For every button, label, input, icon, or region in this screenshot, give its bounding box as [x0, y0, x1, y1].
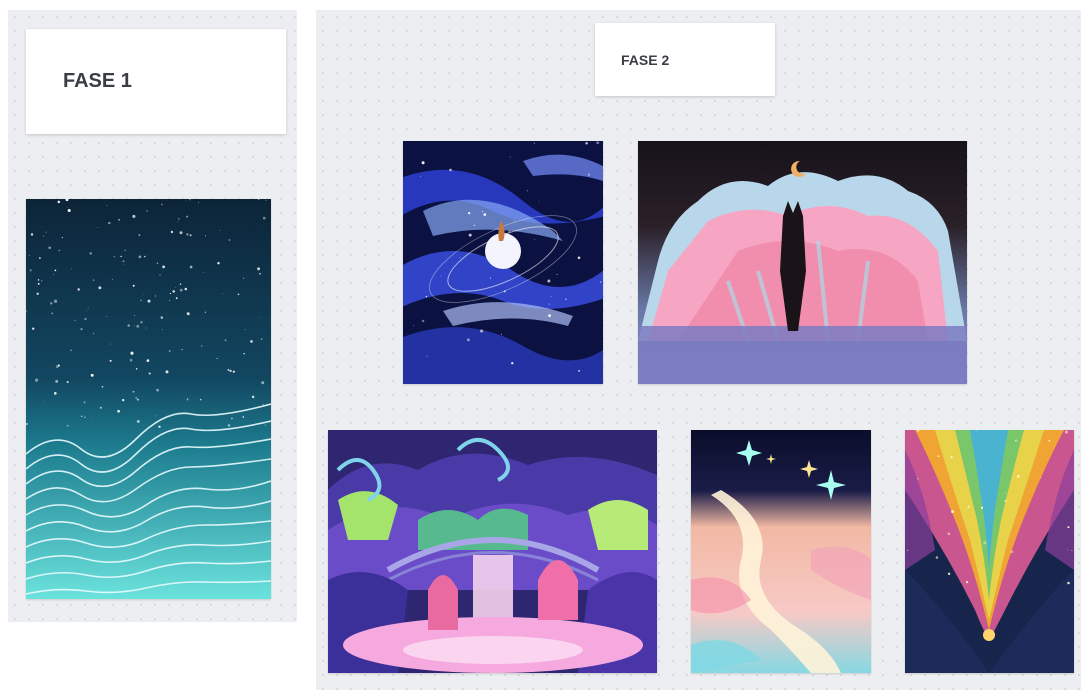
artwork-cosmic-galaxy-moon[interactable]: [403, 141, 603, 384]
artwork-image: [638, 141, 967, 384]
board-fase-2[interactable]: FASE 2: [316, 10, 1081, 690]
sticky-note-fase-2[interactable]: FASE 2: [595, 23, 775, 96]
artwork-shadow-figure-clouds[interactable]: [638, 141, 967, 384]
artwork-image: [905, 430, 1074, 673]
sticky-note-fase-1[interactable]: FASE 1: [26, 29, 286, 134]
artwork-image: [403, 141, 603, 384]
board-fase-1[interactable]: FASE 1: [8, 10, 297, 622]
artwork-starry-ocean-waves[interactable]: [26, 199, 271, 599]
sticky-note-label: FASE 1: [63, 70, 132, 92]
sticky-note-label: FASE 2: [621, 51, 670, 68]
artwork-colorful-flames-valley[interactable]: [905, 430, 1074, 673]
artwork-sparkling-river-night[interactable]: [691, 430, 871, 673]
artwork-image: [691, 430, 871, 673]
artwork-image: [328, 430, 657, 673]
artwork-fantasy-bridge-waterfall[interactable]: [328, 430, 657, 673]
artwork-image: [26, 199, 271, 599]
